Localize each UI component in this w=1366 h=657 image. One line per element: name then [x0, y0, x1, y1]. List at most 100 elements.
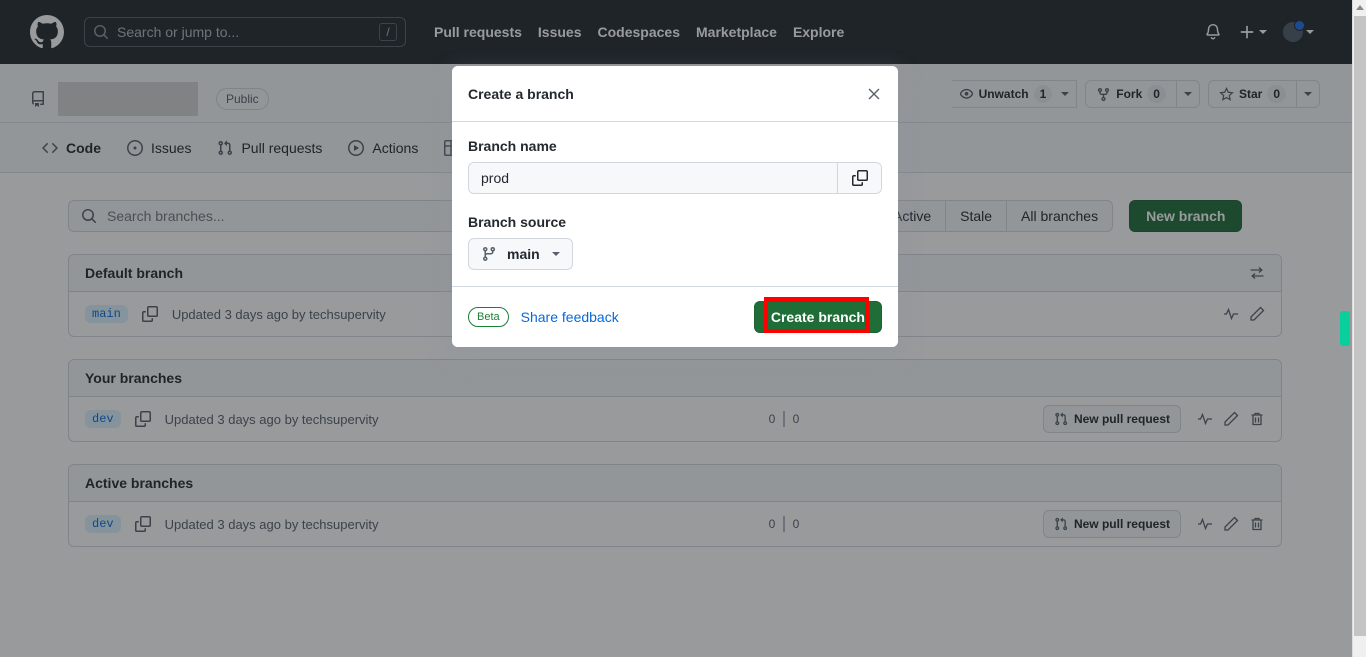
- tab-code[interactable]: Code: [32, 132, 111, 177]
- chevron-down-icon: [1183, 92, 1192, 96]
- star-button-group: Star 0: [1207, 80, 1320, 108]
- global-header: Search or jump to... / Pull requests Iss…: [0, 0, 1352, 64]
- fork-button[interactable]: Fork 0: [1085, 80, 1177, 108]
- divergence-behind: 0: [792, 517, 800, 531]
- dialog-footer: Beta Share feedback Create branch: [452, 286, 898, 347]
- branch-name-field-wrap: [468, 162, 882, 194]
- branch-updated-meta: Updated 3 days ago by techsupervity: [164, 516, 379, 532]
- copy-icon[interactable]: [134, 516, 151, 532]
- star-count: 0: [1267, 85, 1286, 103]
- git-branch-icon: [482, 247, 495, 262]
- branch-name-chip[interactable]: dev: [85, 410, 121, 428]
- plus-icon: [1240, 25, 1254, 39]
- section-active-branches: Active branches dev Updated 3 days ago b…: [68, 464, 1282, 547]
- row-actions: [1197, 516, 1265, 532]
- tab-actions[interactable]: Actions: [338, 132, 428, 164]
- nav-pull-requests[interactable]: Pull requests: [434, 24, 522, 40]
- github-mark-icon[interactable]: [30, 15, 64, 49]
- git-pull-request-icon: [1055, 517, 1068, 531]
- tab-pull-requests[interactable]: Pull requests: [207, 132, 332, 164]
- star-label: Star: [1238, 87, 1263, 101]
- dialog-body: Branch name Branch source main: [452, 122, 898, 286]
- fork-label: Fork: [1116, 87, 1143, 101]
- branch-name-chip[interactable]: main: [85, 305, 128, 323]
- global-search-input[interactable]: Search or jump to... /: [84, 17, 406, 47]
- tab-pull-requests-label: Pull requests: [241, 139, 323, 156]
- unwatch-button[interactable]: Unwatch 1: [951, 80, 1078, 108]
- copy-icon[interactable]: [141, 306, 158, 322]
- search-shortcut-badge: /: [379, 23, 397, 41]
- trash-icon[interactable]: [1249, 411, 1265, 427]
- branch-name-input[interactable]: [469, 163, 837, 193]
- repo-forked-icon: [1098, 87, 1110, 101]
- chevron-down-icon: [1259, 30, 1267, 34]
- chevron-down-icon: [551, 252, 560, 256]
- branch-divergence: 0 0: [765, 516, 803, 532]
- divergence-behind: 0: [792, 412, 800, 426]
- copy-branch-name-button[interactable]: [837, 163, 881, 193]
- table-row: dev Updated 3 days ago by techsupervity …: [69, 502, 1281, 546]
- divergence-divider: [782, 411, 785, 427]
- section-title: Default branch: [85, 265, 184, 281]
- section-your-branches: Your branches dev Updated 3 days ago by …: [68, 359, 1282, 442]
- new-pull-request-button[interactable]: New pull request: [1042, 405, 1181, 433]
- fork-dropdown-button[interactable]: [1176, 80, 1200, 108]
- global-nav: Pull requests Issues Codespaces Marketpl…: [434, 24, 844, 40]
- scroll-up-arrow-icon[interactable]: [1356, 5, 1364, 10]
- create-branch-button[interactable]: Create branch: [753, 301, 882, 333]
- row-actions: [1197, 411, 1265, 427]
- pencil-icon[interactable]: [1223, 411, 1239, 427]
- table-row: dev Updated 3 days ago by techsupervity …: [69, 397, 1281, 441]
- chevron-down-icon: [1304, 92, 1312, 96]
- nav-issues[interactable]: Issues: [538, 24, 582, 40]
- pulse-icon[interactable]: [1197, 516, 1213, 532]
- pencil-icon[interactable]: [1249, 306, 1265, 322]
- branch-updated-meta: Updated 3 days ago by techsupervity: [164, 411, 379, 427]
- chevron-down-icon: [1061, 92, 1070, 96]
- divergence-ahead: 0: [768, 517, 776, 531]
- search-icon: [94, 25, 109, 40]
- avatar: [1283, 20, 1305, 42]
- branch-source-value: main: [507, 246, 540, 262]
- dialog-header: Create a branch: [452, 66, 898, 122]
- tab-issues[interactable]: Issues: [117, 132, 201, 164]
- new-branch-button[interactable]: New branch: [1129, 200, 1243, 232]
- trash-icon[interactable]: [1249, 516, 1265, 532]
- star-button[interactable]: Star 0: [1207, 80, 1297, 108]
- create-branch-dialog: Create a branch Branch name Branch sourc…: [452, 66, 898, 347]
- beta-badge: Beta: [468, 307, 509, 327]
- user-menu[interactable]: [1283, 20, 1314, 42]
- pulse-icon[interactable]: [1197, 411, 1213, 427]
- repository-icon: [31, 91, 44, 107]
- dialog-title: Create a branch: [468, 85, 574, 102]
- global-header-actions: [1204, 20, 1336, 42]
- branch-source-select[interactable]: main: [468, 238, 573, 270]
- pencil-icon[interactable]: [1223, 516, 1239, 532]
- segment-all-branches[interactable]: All branches: [1007, 200, 1114, 232]
- browser-viewport: Search or jump to... / Pull requests Iss…: [0, 0, 1366, 657]
- code-icon: [42, 142, 58, 153]
- scrollbar-thumb[interactable]: [1354, 16, 1366, 636]
- nav-marketplace[interactable]: Marketplace: [696, 24, 777, 40]
- share-feedback-link[interactable]: Share feedback: [521, 309, 619, 325]
- fork-button-group: Fork 0: [1085, 80, 1200, 108]
- copy-icon[interactable]: [134, 411, 151, 427]
- tab-issues-label: Issues: [151, 139, 192, 156]
- nav-codespaces[interactable]: Codespaces: [598, 24, 680, 40]
- pulse-icon[interactable]: [1223, 306, 1239, 322]
- section-header: Active branches: [69, 465, 1281, 502]
- new-pull-request-button[interactable]: New pull request: [1042, 510, 1181, 538]
- close-x-icon[interactable]: [866, 86, 882, 102]
- switch-branch-icon[interactable]: [1249, 265, 1265, 281]
- git-pull-request-icon: [218, 140, 233, 155]
- segment-stale[interactable]: Stale: [946, 200, 1008, 232]
- page-scrollbar[interactable]: [1352, 0, 1366, 657]
- bell-icon[interactable]: [1204, 23, 1222, 41]
- repo-name-redacted[interactable]: [58, 82, 198, 116]
- branch-updated-meta: Updated 3 days ago by techsupervity: [171, 306, 386, 322]
- divergence-divider: [782, 516, 785, 532]
- branch-name-chip[interactable]: dev: [85, 515, 121, 533]
- create-new-menu[interactable]: [1238, 23, 1267, 41]
- star-dropdown-button[interactable]: [1297, 80, 1320, 108]
- nav-explore[interactable]: Explore: [793, 24, 844, 40]
